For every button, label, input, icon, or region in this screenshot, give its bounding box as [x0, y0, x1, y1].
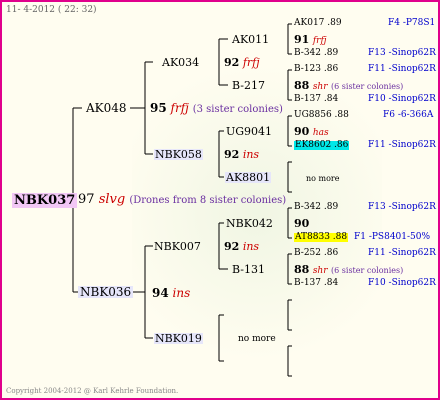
- gen4-r11-origin: F13 -Sinop62R: [368, 202, 436, 212]
- gen2-mf-breeder: ins: [242, 240, 260, 253]
- gen4-r3-origin: F13 -Sinop62R: [368, 48, 436, 58]
- gen2-ff-breeder: frfj: [242, 56, 260, 69]
- gen2-fm-breeder: ins: [242, 148, 260, 161]
- mother-score: 94: [152, 286, 169, 300]
- mother-breeder: ins: [172, 286, 191, 300]
- gen4-r7-name: UG8856 .88: [294, 110, 349, 120]
- gen4-r9-name: EK8602 .86: [294, 140, 350, 150]
- father-breeder: frfj: [170, 101, 189, 115]
- gen4-r2-score: 91: [294, 33, 310, 46]
- gen2-mm-name: NBK019: [154, 332, 203, 345]
- father-score: 95: [150, 101, 167, 115]
- gen4-r8-breeder: has: [312, 128, 329, 138]
- root-score: 97: [78, 192, 95, 207]
- gen4-r16-name: B-137 .84: [294, 278, 339, 288]
- gen4-r5: 88 shr (6 sister colonies): [294, 80, 403, 92]
- gen4-r8-score: 90: [294, 125, 310, 138]
- gen2-ff-score: 92: [224, 56, 240, 69]
- gen2-ff-name: AK034: [162, 56, 200, 69]
- gen2-fm-score: 92: [224, 148, 240, 161]
- gen2-mm-no-more: no more: [238, 334, 276, 344]
- gen2-ff-info: 92 frfj: [224, 57, 260, 68]
- gen4-r12: 90: [294, 218, 309, 229]
- father-note: (3 sister colonies): [192, 104, 283, 115]
- gen3-fff: AK011: [232, 33, 270, 46]
- gen3-ffm: B-217: [232, 79, 265, 92]
- gen2-fm-name: NBK058: [154, 148, 203, 161]
- gen4-r2: 91 frfj: [294, 34, 327, 46]
- root-note: (Drones from 8 sister colonies): [129, 195, 287, 206]
- gen3-fmf: UG9041: [226, 125, 273, 138]
- gen2-mf-name: NBK007: [154, 240, 201, 253]
- gen2-mf-score: 92: [224, 240, 240, 253]
- gen4-r14-name: B-252 .86: [294, 248, 339, 258]
- gen4-r15: 88 shr (6 sister colonies): [294, 264, 403, 276]
- gen4-r10-no-more: no more: [306, 174, 340, 183]
- pedigree-frame: 11- 4-2012 ( 22: 32) Copyright 2004-2012…: [0, 0, 440, 400]
- gen4-r15-breeder: shr: [312, 266, 328, 276]
- gen4-r15-score: 88: [294, 263, 310, 276]
- root-breeder: slvg: [98, 192, 126, 207]
- gen4-r1-name: AK017 .89: [294, 18, 342, 28]
- gen4-r16-origin: F10 -Sinop62R: [368, 278, 436, 288]
- gen4-r6-origin: F10 -Sinop62R: [368, 94, 436, 104]
- mother-info: 94 ins: [152, 287, 190, 299]
- gen4-r13-name: AT8833 .88: [294, 232, 349, 242]
- gen4-r3-name: B-342 .89: [294, 48, 339, 58]
- gen2-fm-info: 92 ins: [224, 149, 259, 160]
- gen4-r15-note: (6 sister colonies): [331, 266, 404, 275]
- gen4-r5-score: 88: [294, 79, 310, 92]
- gen4-r12-score: 90: [294, 217, 310, 230]
- gen4-r4-name: B-123 .86: [294, 64, 339, 74]
- gen3-mfm: B-131: [232, 263, 265, 276]
- root-colony-name: NBK037: [12, 193, 78, 208]
- gen4-r1-origin: F4 -P78S1: [388, 18, 436, 28]
- father-name: AK048: [86, 101, 127, 115]
- gen4-r11-name: B-342 .89: [294, 202, 339, 212]
- gen4-r8: 90 has: [294, 126, 329, 138]
- gen4-r13-origin: F1 -PS8401-50%: [354, 232, 431, 242]
- copyright: Copyright 2004-2012 @ Karl Kehrle Founda…: [6, 387, 179, 395]
- root-line: 97 slvg (Drones from 8 sister colonies): [78, 193, 286, 206]
- gen4-r4-origin: F11 -Sinop62R: [368, 64, 436, 74]
- gen4-r14-origin: F11 -Sinop62R: [368, 248, 436, 258]
- gen4-r9-origin: F11 -Sinop62R: [368, 140, 436, 150]
- gen3-mff: NBK042: [226, 217, 273, 230]
- gen4-r7-origin: F6 -6-366A: [383, 110, 434, 120]
- gen4-r6-name: B-137 .84: [294, 94, 339, 104]
- gen4-r5-note: (6 sister colonies): [331, 82, 404, 91]
- father-info: 95 frfj (3 sister colonies): [150, 102, 283, 115]
- gen4-r5-breeder: shr: [312, 82, 328, 92]
- gen4-r2-breeder: frfj: [312, 36, 327, 46]
- gen2-mf-info: 92 ins: [224, 241, 259, 252]
- gen3-fmm: AK8801: [225, 171, 272, 184]
- report-date: 11- 4-2012 ( 22: 32): [6, 5, 97, 15]
- mother-name: NBK036: [78, 285, 134, 299]
